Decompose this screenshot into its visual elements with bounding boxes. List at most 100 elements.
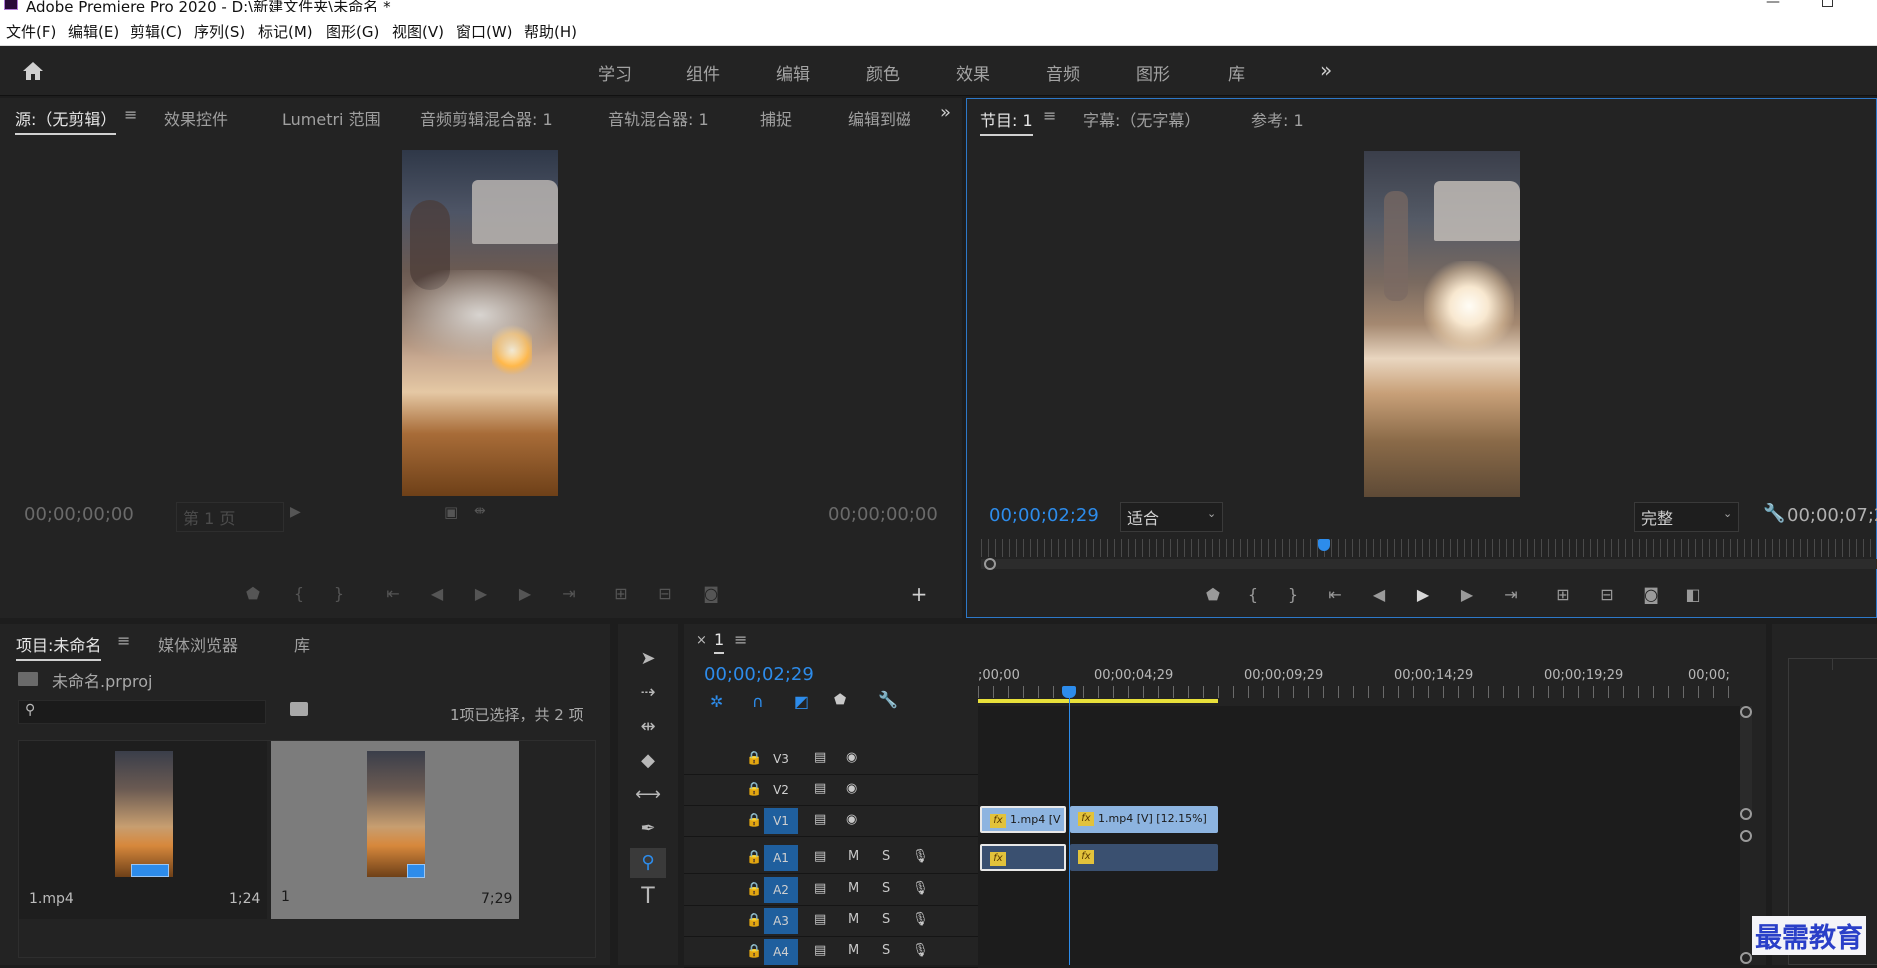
menu-graphics[interactable]: 图形(G) bbox=[326, 21, 379, 42]
program-export-frame-icon[interactable]: ◙ bbox=[1638, 585, 1664, 604]
safe-margins-icon[interactable]: ▣ bbox=[444, 503, 458, 521]
sync-lock-icon[interactable]: ▤ bbox=[814, 912, 826, 927]
solo-button[interactable]: S bbox=[882, 943, 890, 958]
video-scroll-top-handle[interactable] bbox=[1740, 706, 1752, 718]
timeline-settings-icon[interactable]: 🔧 bbox=[878, 690, 898, 709]
eye-icon[interactable]: ◉ bbox=[846, 812, 857, 827]
track-name[interactable]: V1 bbox=[764, 808, 798, 834]
lock-icon[interactable]: 🔒 bbox=[746, 850, 762, 865]
drop-frame-icon[interactable]: ⇼ bbox=[474, 503, 486, 519]
razor-tool-icon[interactable]: ◆ bbox=[630, 746, 666, 776]
sync-lock-icon[interactable]: ▤ bbox=[814, 943, 826, 958]
tab-sequence[interactable]: 1 bbox=[714, 630, 725, 654]
menu-help[interactable]: 帮助(H) bbox=[524, 21, 577, 42]
timeline-playhead-marker[interactable] bbox=[1062, 686, 1076, 698]
program-step-forward-icon[interactable]: ▶ bbox=[1454, 585, 1480, 604]
program-go-to-in-icon[interactable]: ⇤ bbox=[1322, 585, 1348, 604]
go-to-out-icon[interactable]: ⇥ bbox=[556, 584, 582, 603]
program-scroll-handle[interactable] bbox=[984, 558, 996, 570]
panel-menu-icon[interactable]: ≡ bbox=[124, 105, 137, 124]
close-sequence-icon[interactable]: × bbox=[696, 633, 707, 648]
track-name[interactable]: A1 bbox=[764, 845, 798, 871]
mute-button[interactable]: M bbox=[848, 849, 859, 864]
solo-button[interactable]: S bbox=[882, 849, 890, 864]
more-workspaces-icon[interactable]: » bbox=[1320, 58, 1332, 82]
workspace-graphics[interactable]: 图形 bbox=[1136, 60, 1170, 85]
workspace-libraries[interactable]: 库 bbox=[1228, 60, 1245, 85]
program-playhead-timecode[interactable]: 00;00;02;29 bbox=[989, 505, 1099, 526]
linked-selection-icon[interactable]: ◩ bbox=[794, 692, 809, 711]
microphone-icon[interactable]: 🎙 bbox=[912, 912, 929, 927]
timeline-ruler[interactable]: ;00;00 00;00;04;29 00;00;09;29 00;00;14;… bbox=[978, 664, 1732, 704]
snap-in-nest-icon[interactable]: ✲ bbox=[710, 692, 723, 711]
workspace-assembly[interactable]: 组件 bbox=[686, 60, 720, 85]
program-step-back-icon[interactable]: ◀ bbox=[1366, 585, 1392, 604]
sync-lock-icon[interactable]: ▤ bbox=[814, 781, 826, 796]
workspace-editing[interactable]: 编辑 bbox=[776, 60, 810, 85]
video-clip-a[interactable]: fx 1.mp4 [V bbox=[980, 806, 1066, 833]
workspace-audio[interactable]: 音频 bbox=[1046, 60, 1080, 85]
lock-icon[interactable]: 🔒 bbox=[746, 944, 762, 959]
microphone-icon[interactable]: 🎙 bbox=[912, 943, 929, 958]
project-search-box[interactable]: ⚲ bbox=[18, 700, 266, 724]
project-item-sequence[interactable]: 1 7;29 bbox=[271, 741, 519, 919]
search-input[interactable] bbox=[43, 703, 261, 721]
mute-button[interactable]: M bbox=[848, 943, 859, 958]
solo-button[interactable]: S bbox=[882, 912, 890, 927]
track-name[interactable]: A4 bbox=[764, 939, 798, 965]
menu-markers[interactable]: 标记(M) bbox=[258, 21, 313, 42]
tab-libraries[interactable]: 库 bbox=[294, 632, 310, 656]
track-select-tool-icon[interactable]: ⇢ bbox=[630, 678, 666, 708]
tab-audio-clip-mixer[interactable]: 音频剪辑混合器: 1 bbox=[420, 106, 553, 130]
sync-lock-icon[interactable]: ▤ bbox=[814, 849, 826, 864]
track-name[interactable]: V2 bbox=[764, 777, 798, 803]
tab-media-browser[interactable]: 媒体浏览器 bbox=[158, 632, 238, 656]
mute-button[interactable]: M bbox=[848, 912, 859, 927]
pen-tool-icon[interactable]: ✒ bbox=[630, 814, 666, 844]
tab-program[interactable]: 节目: 1 bbox=[980, 107, 1033, 136]
settings-wrench-icon[interactable]: 🔧 bbox=[1763, 503, 1785, 524]
insert-icon[interactable]: ⊞ bbox=[608, 584, 634, 603]
menu-window[interactable]: 窗口(W) bbox=[456, 21, 513, 42]
sync-lock-icon[interactable]: ▤ bbox=[814, 750, 826, 765]
tab-source[interactable]: 源:（无剪辑） bbox=[15, 106, 117, 135]
video-scroll-bottom-handle[interactable] bbox=[1740, 808, 1752, 820]
project-item-clip[interactable]: 1.mp4 1;24 bbox=[19, 741, 267, 919]
lock-icon[interactable]: 🔒 bbox=[746, 782, 762, 797]
workspace-learn[interactable]: 学习 bbox=[598, 60, 632, 85]
microphone-icon[interactable]: 🎙 bbox=[912, 881, 929, 896]
tab-reference[interactable]: 参考: 1 bbox=[1251, 107, 1304, 131]
restore-icon[interactable] bbox=[1822, 0, 1833, 7]
lift-icon[interactable]: ⊞ bbox=[1550, 585, 1576, 604]
ripple-edit-tool-icon[interactable]: ⇹ bbox=[630, 712, 666, 742]
video-tracks-scrollbar[interactable] bbox=[1740, 706, 1752, 818]
solo-button[interactable]: S bbox=[882, 881, 890, 896]
program-menu-icon[interactable]: ≡ bbox=[1043, 106, 1056, 125]
tab-captions[interactable]: 字幕:（无字幕） bbox=[1083, 107, 1200, 131]
lock-icon[interactable]: 🔒 bbox=[746, 882, 762, 897]
mark-in-icon[interactable]: { bbox=[286, 584, 312, 603]
lock-icon[interactable]: 🔒 bbox=[746, 751, 762, 766]
program-add-marker-icon[interactable]: ⬟ bbox=[1200, 585, 1226, 604]
menu-view[interactable]: 视图(V) bbox=[392, 21, 444, 42]
tab-lumetri-scopes[interactable]: Lumetri 范围 bbox=[282, 106, 381, 130]
page-select[interactable]: 第 1 页 bbox=[176, 502, 284, 532]
type-tool-icon[interactable]: T bbox=[630, 882, 666, 912]
track-name[interactable]: A3 bbox=[764, 908, 798, 934]
tab-capture[interactable]: 捕捉 bbox=[760, 106, 792, 130]
track-name[interactable]: V3 bbox=[764, 746, 798, 772]
program-play-icon[interactable]: ▶ bbox=[1410, 585, 1436, 604]
video-clip-b[interactable]: fx 1.mp4 [V] [12.15%] bbox=[1070, 806, 1218, 833]
step-back-icon[interactable]: ◀ bbox=[424, 584, 450, 603]
add-marker-timeline-icon[interactable]: ⬟ bbox=[834, 692, 846, 708]
program-playhead-marker[interactable] bbox=[1318, 539, 1330, 551]
tab-edit-to-tape[interactable]: 编辑到磁 bbox=[848, 106, 910, 130]
workspace-color[interactable]: 颜色 bbox=[866, 60, 900, 85]
menu-file[interactable]: 文件(F) bbox=[6, 21, 56, 42]
audio-clip-a[interactable]: fx bbox=[980, 844, 1066, 871]
button-editor-icon[interactable]: + bbox=[906, 582, 932, 606]
timeline-playhead-timecode[interactable]: 00;00;02;29 bbox=[704, 664, 814, 685]
track-name[interactable]: A2 bbox=[764, 877, 798, 903]
selection-tool-icon[interactable]: ➤ bbox=[630, 644, 666, 674]
mark-out-icon[interactable]: } bbox=[326, 584, 352, 603]
